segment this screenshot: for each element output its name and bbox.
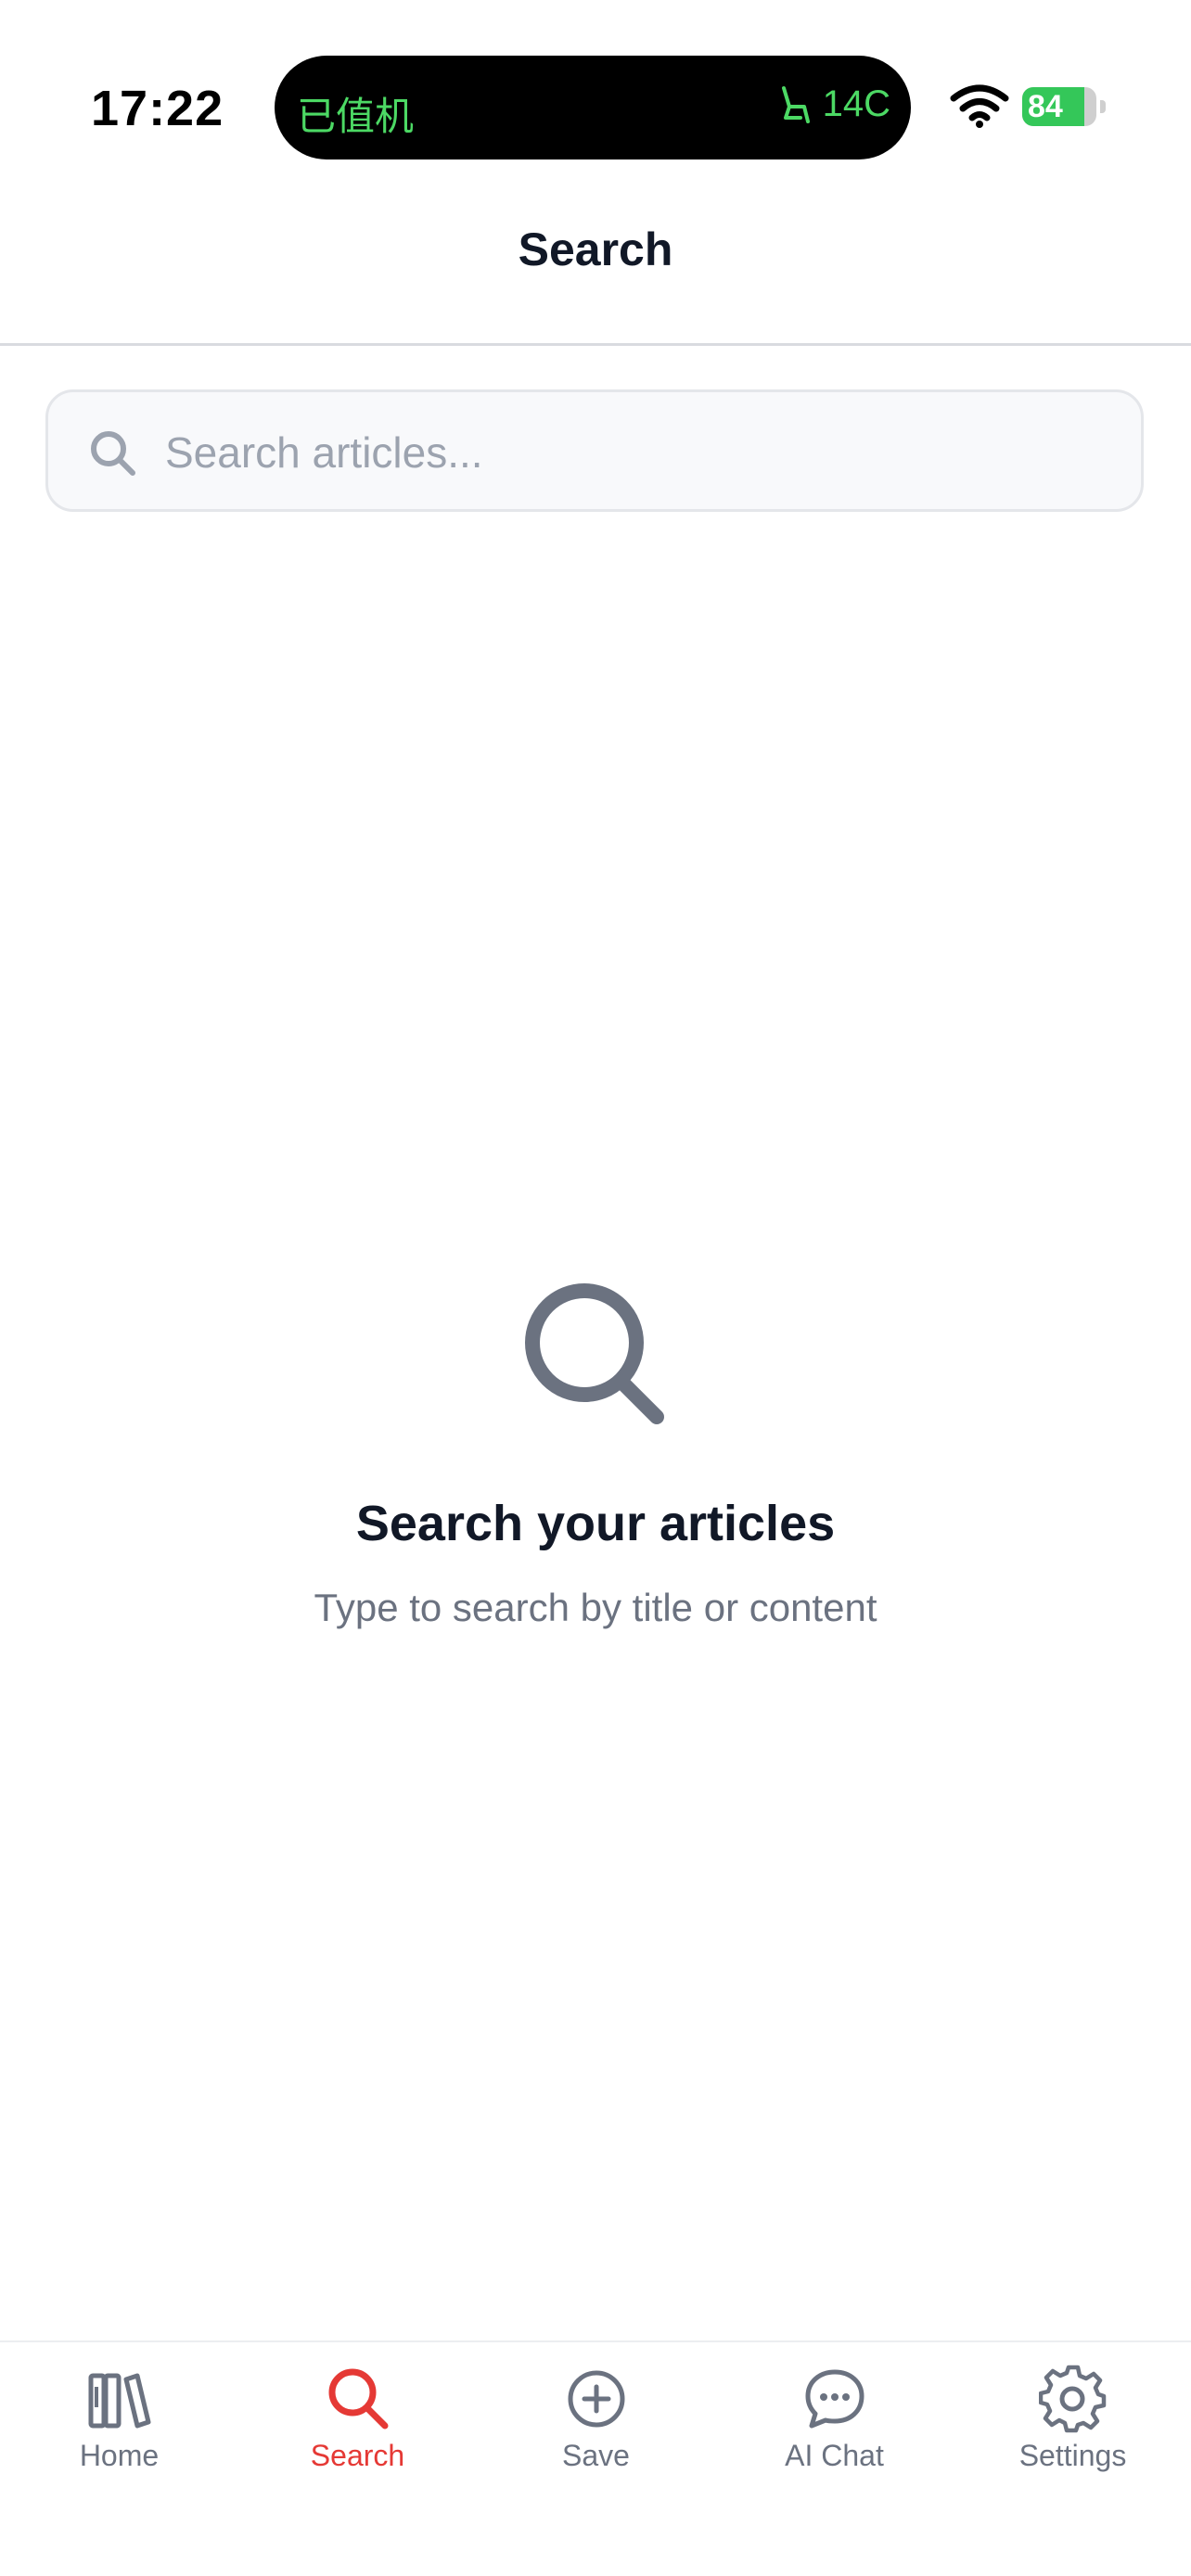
status-bar: 17:22 已值机 14C 84 bbox=[0, 0, 1191, 167]
search-input[interactable] bbox=[163, 414, 1113, 491]
search-icon bbox=[328, 2368, 388, 2429]
battery-percent: 84 bbox=[1028, 89, 1063, 124]
empty-state-title: Search your articles bbox=[355, 1496, 836, 1551]
search-screen: 17:22 已值机 14C 84 Search Search articles.… bbox=[0, 0, 1191, 2576]
status-time: 17:22 bbox=[91, 81, 224, 136]
tab-home[interactable]: Home bbox=[0, 2365, 238, 2504]
tab-label: Home bbox=[79, 2439, 160, 2472]
header-divider bbox=[0, 343, 1191, 346]
dynamic-island[interactable]: 已值机 14C bbox=[275, 56, 911, 159]
seat-icon bbox=[781, 85, 810, 123]
search-icon bbox=[525, 1283, 664, 1424]
tab-bar: Home Search Save AI Chat Settings bbox=[0, 2340, 1191, 2576]
chat-bubble-icon bbox=[805, 2369, 864, 2429]
books-icon bbox=[88, 2373, 150, 2429]
tab-label: Save bbox=[562, 2439, 630, 2472]
tab-label: Search bbox=[310, 2439, 405, 2472]
tab-label: Settings bbox=[1018, 2439, 1127, 2472]
search-icon bbox=[91, 431, 135, 476]
tab-settings[interactable]: Settings bbox=[954, 2365, 1191, 2504]
wifi-icon bbox=[950, 84, 1009, 128]
battery-indicator: 84 bbox=[1022, 87, 1106, 126]
tab-label: AI Chat bbox=[785, 2439, 884, 2472]
tab-save[interactable]: Save bbox=[477, 2365, 715, 2504]
search-bar[interactable] bbox=[45, 389, 1144, 512]
seat-number: 14C bbox=[822, 83, 890, 124]
island-activity-label: 已值机 bbox=[297, 94, 415, 139]
plus-circle-icon bbox=[568, 2370, 624, 2428]
tab-ai-chat[interactable]: AI Chat bbox=[715, 2365, 954, 2504]
gear-icon bbox=[1038, 2365, 1106, 2433]
island-seat-info: 14C bbox=[776, 83, 890, 125]
page-title: Search bbox=[518, 223, 673, 275]
tab-search[interactable]: Search bbox=[238, 2365, 477, 2504]
empty-state-subtitle: Type to search by title or content bbox=[314, 1586, 877, 1629]
